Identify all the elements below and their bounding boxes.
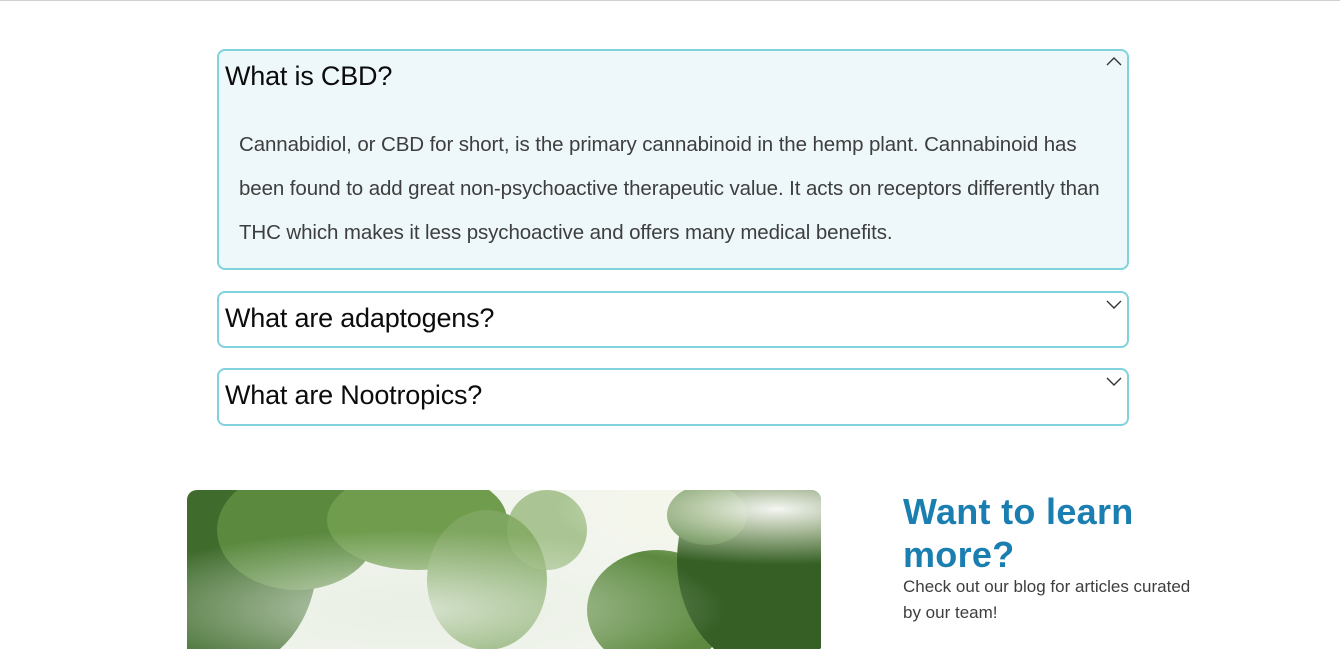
faq-answer: Cannabidiol, or CBD for short, is the pr…	[239, 133, 1100, 244]
faq-question: What is CBD?	[225, 61, 393, 91]
faq-item-what-are-nootropics[interactable]: What are Nootropics?	[217, 368, 1129, 426]
forest-path-image	[187, 490, 821, 649]
chevron-down-icon[interactable]	[1105, 297, 1123, 311]
chevron-up-icon[interactable]	[1105, 55, 1123, 69]
top-divider	[0, 0, 1340, 1]
faq-question: What are Nootropics?	[225, 380, 483, 410]
faq-question: What are adaptogens?	[225, 303, 495, 333]
faq-item-what-are-adaptogens[interactable]: What are adaptogens?	[217, 291, 1129, 348]
learn-more-title: Want to learn more?	[903, 491, 1134, 575]
learn-more-text: Check out our blog for articles curated …	[903, 577, 1191, 622]
faq-item-what-is-cbd[interactable]: What is CBD? Cannabidiol, or CBD for sho…	[217, 49, 1129, 270]
chevron-down-icon[interactable]	[1105, 374, 1123, 388]
